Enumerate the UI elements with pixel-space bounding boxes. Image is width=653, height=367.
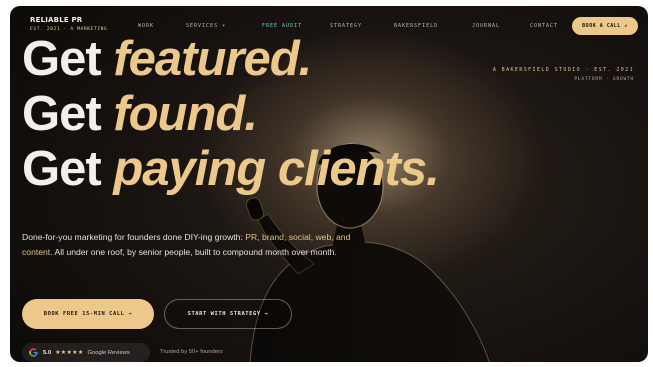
book-call-nav-button[interactable]: BOOK A CALL ↗ — [572, 17, 638, 35]
headline-line-1: Get featured. — [22, 32, 439, 87]
rating-stars: ★★★★★ — [55, 349, 84, 356]
brand-name: RELIABLE PR — [30, 16, 83, 24]
studio-location: A BAKERSFIELD STUDIO · EST. 2021 — [492, 67, 634, 73]
headline-found: found. — [113, 87, 258, 141]
start-with-strategy-button[interactable]: START WITH STRATEGY → — [164, 299, 292, 329]
rating-value: 5.0 — [43, 349, 52, 356]
trusted-by-text: Trusted by 50+ founders — [160, 349, 223, 355]
nav-item-contact[interactable]: CONTACT — [530, 23, 570, 29]
book-free-call-button[interactable]: BOOK FREE 15-MIN CALL → — [22, 299, 154, 329]
headline-paying-clients: paying clients. — [113, 142, 439, 196]
review-source: Google Reviews — [87, 349, 130, 356]
google-icon — [29, 348, 38, 357]
hero-description: Done-for-you marketing for founders done… — [22, 230, 362, 260]
nav-links: WORK SERVICES ▾ FREE AUDIT STRATEGY BAKE… — [138, 23, 570, 29]
headline-line-2: Get found. — [22, 87, 439, 142]
brand-logo[interactable]: RELIABLE PR EST. 2021 · A MARKETING — [30, 16, 107, 32]
description-part-1: Done-for-you marketing for founders done… — [22, 232, 243, 242]
nav-item-strategy[interactable]: STRATEGY — [330, 23, 394, 29]
description-part-2: All under one roof, by senior people, bu… — [54, 247, 337, 257]
headline-line-3: Get paying clients. — [22, 142, 440, 197]
hero-headline: Get featured. Get found. Get paying clie… — [22, 32, 440, 197]
headline-get-3: Get — [22, 142, 102, 196]
headline-get-1: Get — [22, 32, 102, 86]
hero-section: RELIABLE PR EST. 2021 · A MARKETING WORK… — [10, 6, 648, 362]
nav-item-bakersfield[interactable]: BAKERSFIELD — [394, 23, 472, 29]
studio-services: PLATFORM · GROWTH — [574, 77, 634, 82]
nav-item-work[interactable]: WORK — [138, 23, 186, 29]
studio-meta: A BAKERSFIELD STUDIO · EST. 2021 PLATFOR… — [493, 67, 634, 82]
nav-item-journal[interactable]: JOURNAL — [472, 23, 530, 29]
headline-get-2: Get — [22, 87, 102, 141]
nav-item-services[interactable]: SERVICES ▾ — [186, 23, 262, 29]
nav-item-free-audit[interactable]: FREE AUDIT — [262, 23, 330, 29]
google-reviews-badge[interactable]: 5.0 ★★★★★ Google Reviews — [22, 343, 150, 362]
headline-featured: featured. — [113, 32, 312, 86]
